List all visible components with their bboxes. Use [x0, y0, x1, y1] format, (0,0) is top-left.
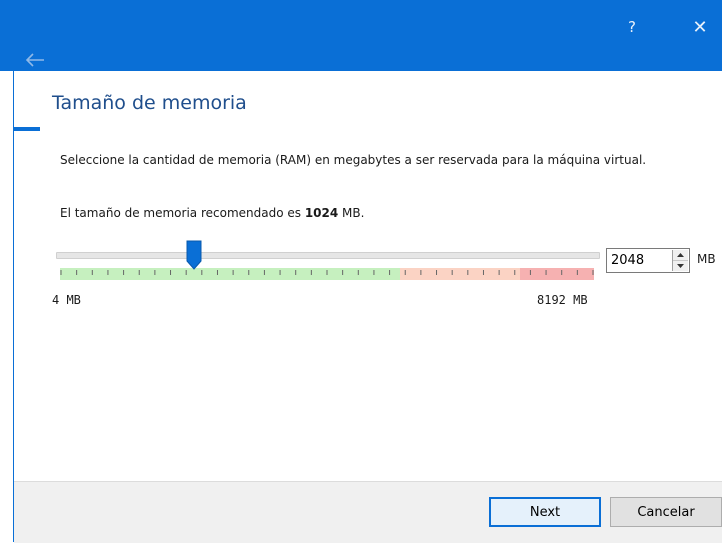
memory-value-input[interactable]: 2048 — [611, 253, 644, 268]
title-bar: ? ✕ — [0, 0, 722, 71]
arrow-left-icon[interactable] — [24, 52, 46, 68]
memory-unit-label: MB — [697, 252, 716, 266]
next-button[interactable]: Next — [489, 497, 601, 527]
max-memory-label: 8192 MB — [537, 293, 588, 307]
memory-scale — [60, 268, 594, 280]
recommend-prefix: El tamaño de memoria recomendado es — [60, 206, 305, 220]
scale-ticks — [60, 270, 594, 275]
memory-spinbox[interactable]: 2048 — [606, 248, 690, 273]
triangle-up-icon[interactable] — [673, 250, 688, 261]
close-button[interactable]: ✕ — [678, 8, 722, 46]
recommended-memory-text: El tamaño de memoria recomendado es 1024… — [60, 206, 364, 220]
cancel-button[interactable]: Cancelar — [610, 497, 722, 527]
left-edge — [0, 71, 14, 542]
help-button[interactable]: ? — [610, 8, 654, 46]
description-text: Seleccione la cantidad de memoria (RAM) … — [60, 153, 647, 167]
min-memory-label: 4 MB — [52, 293, 81, 307]
memory-slider-handle[interactable] — [186, 240, 202, 270]
page-title: Tamaño de memoria — [52, 92, 247, 114]
triangle-down-icon[interactable] — [673, 261, 688, 271]
memory-slider-track[interactable] — [56, 252, 600, 259]
spin-buttons — [672, 250, 688, 271]
recommend-value: 1024 — [304, 206, 339, 220]
recommend-suffix: MB. — [338, 206, 365, 220]
title-accent — [14, 127, 40, 131]
